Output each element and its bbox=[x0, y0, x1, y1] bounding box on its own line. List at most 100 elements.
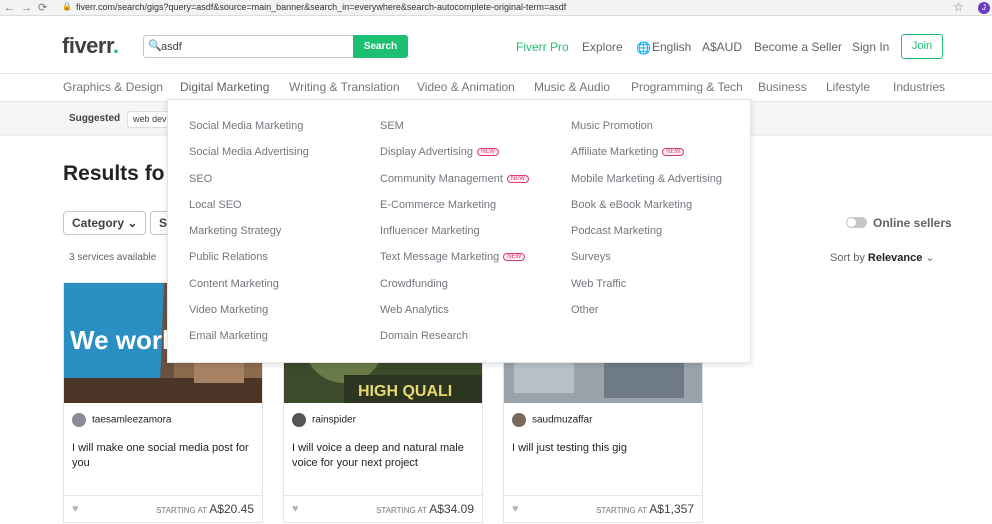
menu-item[interactable]: E-Commerce Marketing bbox=[380, 199, 529, 225]
nav-become-seller[interactable]: Become a Seller bbox=[754, 40, 842, 54]
menu-item[interactable]: Other bbox=[571, 304, 722, 330]
menu-item-label: Affiliate Marketing bbox=[571, 146, 659, 159]
gig-title[interactable]: I will just testing this gig bbox=[512, 441, 696, 456]
sort-by-value: Relevance bbox=[867, 252, 923, 264]
lock-icon: 🔒 bbox=[62, 2, 72, 11]
menu-item[interactable]: Marketing Strategy bbox=[189, 225, 309, 251]
avatar bbox=[72, 413, 86, 427]
menu-item-label: Display Advertising bbox=[380, 146, 473, 159]
category-business[interactable]: Business bbox=[758, 80, 807, 94]
category-programming-tech[interactable]: Programming & Tech bbox=[631, 80, 743, 94]
nav-currency[interactable]: A$AUD bbox=[702, 40, 742, 54]
gig-title[interactable]: I will voice a deep and natural male voi… bbox=[292, 441, 476, 471]
suggested-label: Suggested bbox=[69, 113, 121, 124]
nav-language[interactable]: English bbox=[652, 40, 691, 54]
menu-column-3: Music Promotion Affiliate Marketing NEW M… bbox=[571, 120, 722, 330]
seller-name: rainspider bbox=[312, 414, 356, 426]
menu-item[interactable]: Display Advertising NEW bbox=[380, 146, 529, 172]
seller-info[interactable]: saudmuzaffar bbox=[512, 413, 592, 427]
menu-item[interactable]: Public Relations bbox=[189, 251, 309, 277]
seller-info[interactable]: taesamleezamora bbox=[72, 413, 171, 427]
category-music-audio[interactable]: Music & Audio bbox=[534, 80, 610, 94]
new-badge: NEW bbox=[476, 148, 499, 157]
menu-item[interactable]: Social Media Advertising bbox=[189, 146, 309, 172]
new-badge: NEW bbox=[662, 148, 685, 157]
heart-icon[interactable]: ♥ bbox=[512, 503, 519, 515]
gig-footer: ♥ STARTING AT A$20.45 bbox=[64, 495, 262, 524]
nav-sign-in[interactable]: Sign In bbox=[852, 40, 889, 54]
heart-icon[interactable]: ♥ bbox=[292, 503, 299, 515]
menu-item[interactable]: Local SEO bbox=[189, 199, 309, 225]
browser-toolbar: ←→⟳ 🔒 fiverr.com/search/gigs?query=asdf&… bbox=[0, 0, 992, 16]
gig-price: STARTING AT A$20.45 bbox=[156, 502, 254, 516]
results-title: Results fo bbox=[63, 162, 165, 185]
avatar bbox=[292, 413, 306, 427]
menu-column-1: Social Media Marketing Social Media Adve… bbox=[189, 120, 309, 357]
menu-item[interactable]: Community Management NEW bbox=[380, 173, 529, 199]
starting-at-label: STARTING AT bbox=[156, 506, 208, 515]
category-lifestyle[interactable]: Lifestyle bbox=[826, 80, 870, 94]
gig-price: STARTING AT A$34.09 bbox=[376, 502, 474, 516]
category-filter-dropdown[interactable]: Category ⌄ bbox=[63, 211, 147, 235]
sort-by-label: Sort by bbox=[830, 252, 865, 264]
online-sellers-label: Online sellers bbox=[873, 216, 952, 230]
menu-item[interactable]: Affiliate Marketing NEW bbox=[571, 146, 722, 172]
category-writing-translation[interactable]: Writing & Translation bbox=[289, 80, 400, 94]
search-box: 🔍 Search bbox=[143, 35, 408, 58]
bookmark-star-icon[interactable]: ☆ bbox=[953, 0, 964, 14]
menu-item[interactable]: Email Marketing bbox=[189, 330, 309, 356]
menu-item[interactable]: Web Traffic bbox=[571, 278, 722, 304]
menu-item[interactable]: Book & eBook Marketing bbox=[571, 199, 722, 225]
site-header: fiverr. 🔍 Search Fiverr Pro Explore 🌐 En… bbox=[0, 16, 992, 74]
menu-item[interactable]: Crowdfunding bbox=[380, 278, 529, 304]
menu-item[interactable]: Influencer Marketing bbox=[380, 225, 529, 251]
price-value: A$34.09 bbox=[429, 502, 474, 516]
menu-item[interactable]: Social Media Marketing bbox=[189, 120, 309, 146]
globe-icon: 🌐 bbox=[636, 41, 651, 55]
menu-item[interactable]: Surveys bbox=[571, 251, 722, 277]
online-sellers-toggle[interactable] bbox=[846, 217, 867, 228]
search-input[interactable] bbox=[161, 38, 351, 55]
gig-footer: ♥ STARTING AT A$1,357 bbox=[504, 495, 702, 524]
heart-icon[interactable]: ♥ bbox=[72, 503, 79, 515]
profile-avatar[interactable]: J bbox=[978, 2, 990, 14]
menu-item[interactable]: Domain Research bbox=[380, 330, 529, 356]
seller-info[interactable]: rainspider bbox=[292, 413, 356, 427]
menu-item[interactable]: Podcast Marketing bbox=[571, 225, 722, 251]
category-video-animation[interactable]: Video & Animation bbox=[417, 80, 515, 94]
menu-item[interactable]: Web Analytics bbox=[380, 304, 529, 330]
menu-item-label: Community Management bbox=[380, 172, 503, 185]
menu-item[interactable]: Music Promotion bbox=[571, 120, 722, 146]
join-button[interactable]: Join bbox=[901, 34, 943, 59]
fiverr-logo[interactable]: fiverr. bbox=[62, 33, 119, 59]
category-nav: Graphics & Design Digital Marketing Writ… bbox=[0, 74, 992, 102]
menu-item[interactable]: Video Marketing bbox=[189, 304, 309, 330]
menu-item[interactable]: Text Message Marketing NEW bbox=[380, 251, 529, 277]
category-industries[interactable]: Industries bbox=[893, 80, 945, 94]
address-bar[interactable]: fiverr.com/search/gigs?query=asdf&source… bbox=[76, 2, 566, 12]
avatar bbox=[512, 413, 526, 427]
menu-item-label: Text Message Marketing bbox=[380, 251, 500, 264]
new-badge: NEW bbox=[503, 253, 526, 262]
price-value: A$20.45 bbox=[209, 502, 254, 516]
search-button[interactable]: Search bbox=[353, 35, 408, 58]
category-graphics-design[interactable]: Graphics & Design bbox=[63, 80, 163, 94]
menu-item[interactable]: SEM bbox=[380, 120, 529, 146]
gig-footer: ♥ STARTING AT A$34.09 bbox=[284, 495, 482, 524]
menu-column-2: SEM Display Advertising NEW Community Man… bbox=[380, 120, 529, 357]
seller-name: taesamleezamora bbox=[92, 414, 172, 426]
menu-item[interactable]: SEO bbox=[189, 173, 309, 199]
browser-nav-icons[interactable]: ←→⟳ bbox=[4, 1, 53, 14]
gig-title[interactable]: I will make one social media post for yo… bbox=[72, 441, 256, 471]
menu-item[interactable]: Mobile Marketing & Advertising bbox=[571, 173, 722, 199]
nav-fiverr-pro[interactable]: Fiverr Pro bbox=[516, 40, 569, 54]
new-badge: NEW bbox=[506, 174, 529, 183]
category-digital-marketing[interactable]: Digital Marketing bbox=[180, 80, 270, 101]
services-count: 3 services available bbox=[69, 252, 157, 263]
search-icon: 🔍 bbox=[148, 40, 162, 52]
menu-item[interactable]: Content Marketing bbox=[189, 278, 309, 304]
starting-at-label: STARTING AT bbox=[596, 506, 648, 515]
nav-explore[interactable]: Explore bbox=[582, 40, 623, 54]
chevron-down-icon: ⌄ bbox=[925, 252, 935, 264]
sort-by-control[interactable]: Sort by Relevance ⌄ bbox=[830, 251, 935, 264]
